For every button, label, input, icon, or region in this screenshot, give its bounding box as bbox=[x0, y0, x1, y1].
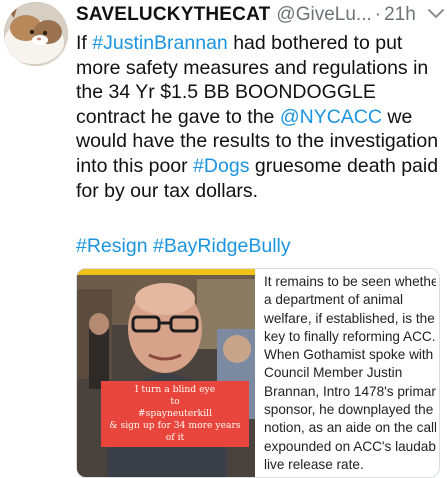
body-text: If bbox=[76, 32, 93, 54]
timestamp[interactable]: 21h bbox=[384, 4, 416, 26]
caption-line: & sign up for 34 more years bbox=[109, 420, 241, 431]
avatar[interactable] bbox=[4, 2, 68, 66]
cat-photo-avatar bbox=[4, 2, 68, 66]
meta-separator: · bbox=[374, 4, 382, 25]
article-line: Council Member Justin bbox=[264, 365, 403, 381]
article-line: expounded on ACC's laudab bbox=[264, 438, 436, 454]
article-line: When Gothamist spoke with bbox=[264, 347, 434, 363]
quoted-media-card[interactable]: I turn a blind eye to #spayneuterkill & … bbox=[76, 268, 440, 478]
article-line: welfare, if established, is the bbox=[264, 310, 435, 326]
caption-line: to bbox=[170, 396, 180, 407]
hashtag-link[interactable]: #BayRidgeBully bbox=[153, 235, 291, 257]
mention-link[interactable]: @NYCACC bbox=[280, 106, 382, 128]
article-line: notion, as an aide on the call bbox=[264, 420, 436, 436]
caption-line: of it bbox=[165, 432, 185, 443]
user-handle[interactable]: @GiveLu... bbox=[276, 4, 371, 26]
tweet-body: If #JustinBrannan had bothered to put mo… bbox=[76, 31, 444, 203]
chevron-down-icon[interactable] bbox=[427, 6, 445, 20]
caption-line: #spayneuterkill bbox=[137, 408, 213, 419]
hashtag-row: #Resign #BayRidgeBully bbox=[76, 234, 291, 258]
article-line: a department of animal bbox=[264, 292, 404, 308]
article-line: It remains to be seen whethe bbox=[264, 274, 436, 289]
hashtag-link[interactable]: #JustinBrannan bbox=[92, 32, 228, 54]
hashtag-link[interactable]: #Dogs bbox=[193, 155, 249, 177]
caption-line: I turn a blind eye bbox=[134, 384, 216, 395]
article-line: live release rate. bbox=[264, 456, 364, 472]
display-name[interactable]: SAVELUCKYTHECAT bbox=[76, 4, 270, 26]
article-excerpt[interactable]: It remains to be seen whethe a departmen… bbox=[264, 273, 436, 474]
card-image[interactable]: I turn a blind eye to #spayneuterkill & … bbox=[77, 269, 255, 477]
article-line: Brannan, Intro 1478's primar bbox=[264, 383, 436, 399]
hashtag-link[interactable]: #Resign bbox=[76, 235, 148, 257]
article-line: key to finally reforming ACC. bbox=[264, 328, 436, 344]
image-caption: I turn a blind eye to #spayneuterkill & … bbox=[101, 381, 249, 447]
article-line: sponsor, he downplayed the bbox=[264, 402, 434, 418]
tweet-header: SAVELUCKYTHECAT @GiveLu... · 21h bbox=[76, 2, 441, 28]
